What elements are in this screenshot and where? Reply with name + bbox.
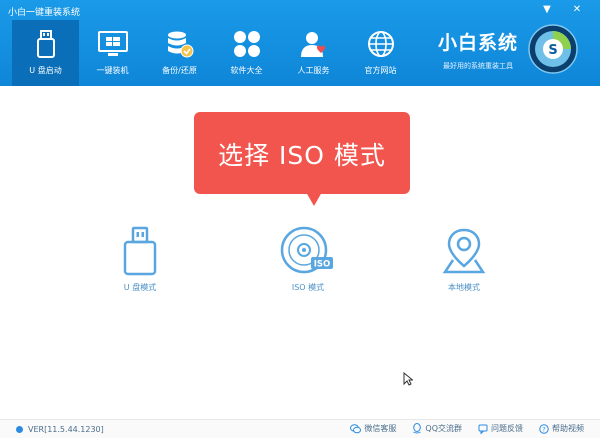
- nav-item-manual-service[interactable]: 人工服务: [280, 20, 347, 86]
- footer-link-label: 帮助视频: [552, 424, 584, 433]
- usb-drive-icon: [29, 27, 63, 61]
- app-header: 小白一键重装系统 ▼ ✕ U 盘启动 一键装机 备份/还原 软件大全 人工服务 …: [0, 0, 600, 86]
- mode-iso[interactable]: ISO ISO 模式: [248, 222, 368, 293]
- person-heart-icon: [297, 27, 331, 61]
- svg-text:?: ?: [542, 425, 545, 433]
- help-video-link[interactable]: ? 帮助视频: [539, 423, 584, 434]
- footer-links: 微信客服 QQ交流群 问题反馈 ? 帮助视频: [334, 423, 584, 434]
- svg-text:S: S: [548, 43, 557, 58]
- nav-item-software[interactable]: 软件大全: [213, 20, 280, 86]
- close-button[interactable]: ✕: [570, 3, 584, 17]
- wechat-service-link[interactable]: 微信客服: [350, 423, 396, 434]
- database-backup-icon: [163, 27, 197, 61]
- nav-label: 一键装机: [96, 66, 129, 75]
- monitor-windows-icon: [96, 27, 130, 61]
- help-icon: ?: [539, 423, 549, 434]
- map-pin-icon: [432, 222, 496, 276]
- mode-usb[interactable]: U 盘模式: [80, 222, 200, 293]
- feedback-icon: [478, 424, 488, 434]
- brand-logo-icon: S: [528, 24, 578, 74]
- nav-item-backup-restore[interactable]: 备份/还原: [146, 20, 213, 86]
- qq-group-link[interactable]: QQ交流群: [412, 423, 462, 434]
- nav-item-official-site[interactable]: 官方网站: [347, 20, 414, 86]
- mode-label: ISO 模式: [291, 283, 325, 292]
- banner-tail: [306, 192, 322, 206]
- version-info: VER[11.5.44.1230]: [16, 425, 104, 434]
- minimize-button[interactable]: ▼: [540, 3, 554, 17]
- iso-badge: ISO: [314, 260, 331, 270]
- feedback-link[interactable]: 问题反馈: [478, 423, 523, 434]
- brand-slogan: 最好用的系统重装工具: [443, 62, 513, 70]
- globe-icon: [364, 27, 398, 61]
- brand-name: 小白系统: [437, 32, 518, 54]
- nav-label: U 盘启动: [29, 66, 62, 75]
- window-title: 小白一键重装系统: [8, 8, 81, 18]
- iso-disc-icon: ISO: [276, 222, 340, 276]
- version-text: VER[11.5.44.1230]: [28, 425, 104, 434]
- nav-label: 人工服务: [297, 66, 330, 75]
- nav-label: 备份/还原: [162, 66, 197, 75]
- apps-grid-icon: [230, 27, 264, 61]
- footer-link-label: 问题反馈: [491, 424, 523, 433]
- nav-item-one-click-install[interactable]: 一键装机: [79, 20, 146, 86]
- mode-local[interactable]: 本地模式: [404, 222, 524, 293]
- brand: 小白系统 最好用的系统重装工具: [428, 28, 528, 71]
- main-nav: U 盘启动 一键装机 备份/还原 软件大全 人工服务 官方网站: [12, 20, 414, 86]
- usb-stick-icon: [108, 222, 172, 276]
- footer-link-label: 微信客服: [364, 424, 397, 433]
- mode-label: U 盘模式: [123, 283, 157, 292]
- qq-icon: [413, 423, 422, 434]
- wechat-icon: [350, 423, 362, 433]
- footer-link-label: QQ交流群: [425, 424, 462, 433]
- version-dot-icon: [16, 426, 23, 433]
- mouse-cursor-icon: [403, 371, 414, 390]
- mode-label: 本地模式: [448, 283, 480, 292]
- nav-item-usb-boot[interactable]: U 盘启动: [12, 20, 79, 86]
- nav-label: 软件大全: [230, 66, 263, 75]
- status-bar: VER[11.5.44.1230] 微信客服 QQ交流群 问题反馈 ? 帮助视频: [0, 419, 600, 438]
- nav-label: 官方网站: [364, 66, 397, 75]
- banner-text: 选择 ISO 模式: [218, 141, 386, 170]
- mode-banner: 选择 ISO 模式: [194, 112, 410, 206]
